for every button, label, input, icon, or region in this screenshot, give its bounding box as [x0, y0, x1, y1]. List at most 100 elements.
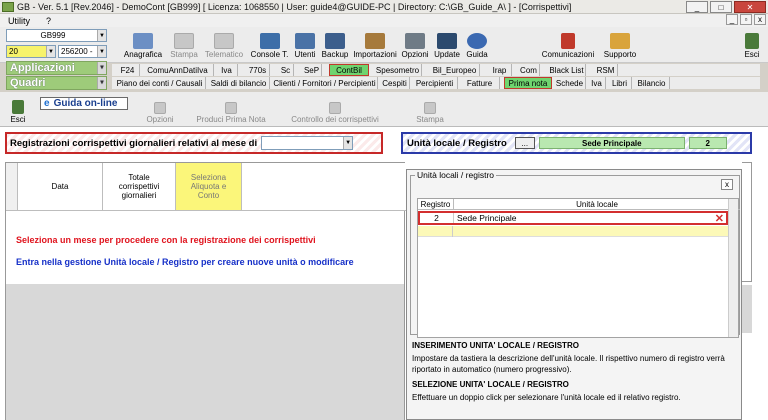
month-selector[interactable]: ▼ [261, 136, 354, 150]
popup-close-button[interactable]: x [721, 179, 733, 190]
opzioni-button[interactable]: Opzioni [399, 29, 431, 59]
tab-saldi-di-bilancio[interactable]: Saldi di bilancio [208, 77, 270, 89]
supporto-button[interactable]: Supporto [600, 29, 640, 59]
chevron-down-icon[interactable]: ▼ [46, 46, 55, 57]
corrispettivi-grid: Data Totale corrispettivi giornalieri Se… [5, 162, 406, 420]
registrazioni-label: Registrazioni corrispettivi giornalieri … [10, 137, 258, 149]
tab-piano-dei-conti[interactable]: Piano dei conti / Causali [114, 77, 206, 89]
chevron-down-icon[interactable]: ▼ [97, 62, 106, 74]
column-header-unita-locale[interactable]: Unità locale [454, 199, 740, 210]
minimize-button[interactable]: _ [686, 1, 708, 13]
unita-locali-table: Registro Unità locale 2 Sede Principale … [417, 198, 740, 338]
chevron-down-icon[interactable]: ▼ [97, 46, 106, 57]
esci-button[interactable]: Esci [6, 96, 30, 124]
update-button[interactable]: Update [431, 29, 463, 59]
tabs-row-1: F24 ComuAnnDatiIva Iva 770s Sc SeP ContB… [112, 64, 760, 76]
tab-f24[interactable]: F24 [116, 64, 140, 76]
printer-icon [424, 102, 436, 114]
menu-help[interactable]: ? [38, 16, 59, 26]
toolbar-buttons: Anagrafica Stampa Telematico Console T. … [118, 29, 491, 59]
tab-contbil[interactable]: ContBil [329, 64, 369, 76]
printer-icon [174, 33, 194, 49]
document-icon [225, 102, 237, 114]
backup-button[interactable]: Backup [319, 29, 351, 59]
registrazioni-panel: Registrazioni corrispettivi giornalieri … [5, 132, 383, 154]
column-header-data[interactable]: Data [18, 163, 103, 211]
tab-spesometro[interactable]: Spesometro [374, 64, 422, 76]
monitor-icon [259, 33, 280, 49]
tab-clienti-fornitori[interactable]: Clienti / Fornitori / Percipienti [272, 77, 378, 89]
close-button[interactable]: ✕ [734, 1, 766, 13]
mdi-restore-button[interactable]: ▫ [740, 14, 752, 25]
unita-locali-group: Unità locali / registro x Registro Unità… [410, 170, 740, 338]
stampa-button[interactable]: Stampa [168, 29, 200, 59]
importazioni-button[interactable]: Importazioni [351, 29, 399, 59]
user-code-value: 256200 - [61, 47, 93, 56]
chevron-down-icon[interactable]: ▼ [97, 77, 106, 89]
users-icon [295, 33, 315, 49]
tab-schede[interactable]: Schede [554, 77, 586, 89]
opzioni-sub-button[interactable]: Opzioni [142, 97, 178, 124]
column-header-totale[interactable]: Totale corrispettivi giornalieri [103, 163, 176, 211]
comunicazioni-button[interactable]: Comunicazioni [540, 29, 596, 59]
controllo-corrispettivi-button[interactable]: Controllo dei corrispettivi [284, 97, 386, 124]
tab-fatture[interactable]: Fatture [460, 77, 500, 89]
check-icon [329, 102, 341, 114]
browser-e-icon: e [44, 98, 50, 109]
company-selector[interactable]: GB999 ▼ [6, 29, 107, 42]
sub-toolbar: Esci e Guida on-line Opzioni Produci Pri… [0, 92, 768, 127]
year-value: 20 [9, 47, 18, 56]
mdi-minimize-button[interactable]: _ [726, 14, 738, 25]
produci-prima-nota-button[interactable]: Produci Prima Nota [192, 97, 270, 124]
popup-scrollbar[interactable] [728, 199, 738, 337]
unita-locale-label: Unità locale / Registro [407, 137, 507, 149]
column-header-seleziona[interactable]: Seleziona Aliquota e Conto [176, 163, 242, 211]
console-button[interactable]: Console T. [248, 29, 291, 59]
column-header-registro[interactable]: Registro [418, 199, 454, 210]
user-code-selector[interactable]: 256200 - ▼ [58, 45, 107, 58]
quadri-selector[interactable]: Quadri ▼ [6, 76, 107, 90]
year-selector[interactable]: 20 ▼ [6, 45, 56, 58]
esci-main-button[interactable]: Esci [740, 29, 764, 59]
guida-button[interactable]: Guida [463, 29, 491, 59]
menu-utility[interactable]: Utility [0, 16, 38, 26]
guida-online-button[interactable]: e Guida on-line [40, 97, 128, 110]
tab-iva-2[interactable]: Iva [588, 77, 606, 89]
tab-libri[interactable]: Libri [608, 77, 632, 89]
network-icon [214, 33, 234, 49]
new-row[interactable] [418, 226, 728, 237]
message-select-month: Seleziona un mese per procedere con la r… [16, 235, 316, 245]
tab-irap[interactable]: Irap [488, 64, 512, 76]
mdi-close-button[interactable]: x [754, 14, 766, 25]
tab-com[interactable]: Com [518, 64, 540, 76]
tab-bil-europeo[interactable]: Bil_Europeo [430, 64, 480, 76]
tab-rsm[interactable]: RSM [594, 64, 618, 76]
tab-sc[interactable]: Sc [278, 64, 294, 76]
tab-bilancio[interactable]: Bilancio [634, 77, 670, 89]
tab-770s[interactable]: 770s [246, 64, 270, 76]
tab-iva[interactable]: Iva [216, 64, 238, 76]
telematico-button[interactable]: Telematico [200, 29, 248, 59]
tab-cespiti[interactable]: Cespiti [380, 77, 410, 89]
maximize-button[interactable]: □ [710, 1, 732, 13]
anagrafica-button[interactable]: Anagrafica [118, 29, 168, 59]
tab-prima-nota[interactable]: Prima nota [504, 77, 552, 89]
support-icon [610, 33, 630, 49]
help2-text: Effettuare un doppio click per seleziona… [412, 393, 681, 402]
tab-percipienti[interactable]: Percipienti [412, 77, 458, 89]
tab-comuanndatiiva[interactable]: ComuAnnDatiIva [142, 64, 214, 76]
applicazioni-selector[interactable]: Applicazioni ▼ [6, 61, 107, 75]
utenti-button[interactable]: Utenti [291, 29, 319, 59]
delete-icon[interactable]: ✕ [715, 212, 724, 225]
tab-sep[interactable]: SeP [302, 64, 322, 76]
mdi-controls: _ ▫ x [726, 14, 766, 25]
chevron-down-icon[interactable]: ▼ [343, 137, 353, 149]
unita-browse-button[interactable]: ... [514, 137, 535, 149]
chevron-down-icon[interactable]: ▼ [97, 30, 106, 41]
options-icon [154, 102, 166, 114]
table-row[interactable]: 2 Sede Principale ✕ [418, 211, 728, 225]
app-icon [2, 1, 14, 12]
exit-door-icon [12, 100, 24, 114]
stampa-sub-button[interactable]: Stampa [408, 97, 452, 124]
tab-black-list[interactable]: Black List [548, 64, 586, 76]
